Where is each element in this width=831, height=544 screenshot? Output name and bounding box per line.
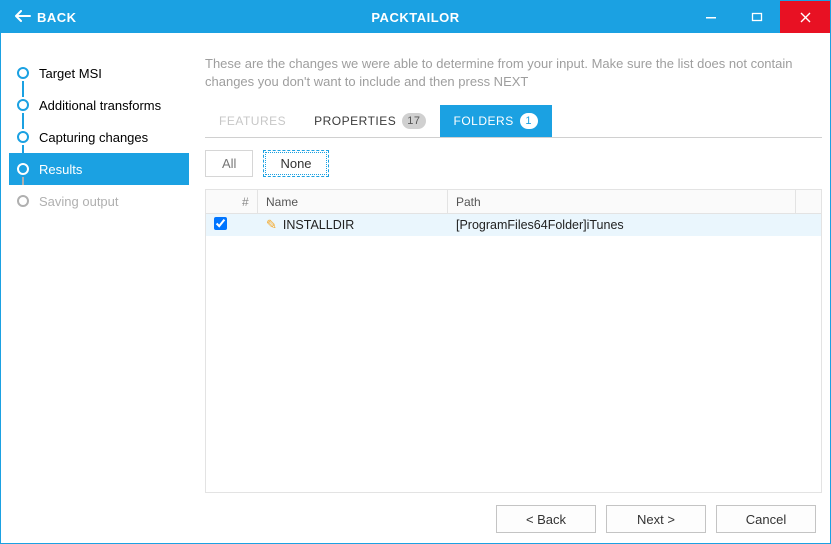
tab-label: FOLDERS bbox=[454, 114, 514, 128]
step-circle-icon bbox=[17, 131, 29, 143]
back-button[interactable]: BACK bbox=[1, 1, 91, 33]
table-header: # Name Path bbox=[206, 190, 821, 214]
maximize-button[interactable] bbox=[734, 1, 780, 33]
window-controls bbox=[688, 1, 830, 33]
step-capturing-changes[interactable]: Capturing changes bbox=[9, 121, 189, 153]
step-label: Capturing changes bbox=[39, 130, 148, 145]
table-row[interactable]: ✎ INSTALLDIR [ProgramFiles64Folder]iTune… bbox=[206, 214, 821, 236]
tab-features: FEATURES bbox=[205, 105, 300, 137]
cancel-wizard-button[interactable]: Cancel bbox=[716, 505, 816, 533]
titlebar: BACK PACKTAILOR bbox=[1, 1, 830, 33]
row-checkbox[interactable] bbox=[214, 217, 227, 230]
step-label: Additional transforms bbox=[39, 98, 161, 113]
pencil-icon: ✎ bbox=[266, 217, 277, 233]
step-label: Saving output bbox=[39, 194, 119, 209]
row-name-cell: ✎ INSTALLDIR bbox=[258, 214, 448, 236]
step-circle-icon bbox=[17, 163, 29, 175]
col-number: # bbox=[234, 190, 258, 213]
tab-folders[interactable]: FOLDERS 1 bbox=[440, 105, 552, 137]
arrow-left-icon bbox=[15, 10, 31, 25]
intro-text: These are the changes we were able to de… bbox=[205, 55, 822, 91]
step-additional-transforms[interactable]: Additional transforms bbox=[9, 89, 189, 121]
step-label: Target MSI bbox=[39, 66, 102, 81]
step-target-msi[interactable]: Target MSI bbox=[9, 57, 189, 89]
col-path[interactable]: Path bbox=[448, 190, 795, 213]
tab-badge: 1 bbox=[520, 113, 538, 129]
row-number bbox=[234, 214, 258, 236]
col-end bbox=[795, 190, 821, 213]
main-panel: These are the changes we were able to de… bbox=[189, 41, 822, 493]
tab-label: PROPERTIES bbox=[314, 114, 396, 128]
minimize-button[interactable] bbox=[688, 1, 734, 33]
tab-badge: 17 bbox=[402, 113, 425, 129]
filter-none-button[interactable]: None bbox=[263, 150, 328, 177]
folders-table: # Name Path ✎ INSTALLDIR bbox=[205, 189, 822, 493]
row-name: INSTALLDIR bbox=[283, 218, 354, 232]
step-results[interactable]: Results bbox=[9, 153, 189, 185]
tab-label: FEATURES bbox=[219, 114, 286, 128]
step-label: Results bbox=[39, 162, 82, 177]
row-checkbox-cell bbox=[206, 217, 234, 233]
tab-properties[interactable]: PROPERTIES 17 bbox=[300, 105, 439, 137]
row-path: [ProgramFiles64Folder]iTunes bbox=[448, 214, 795, 236]
wizard-footer: < Back Next > Cancel bbox=[9, 493, 822, 535]
step-circle-icon bbox=[17, 67, 29, 79]
col-name[interactable]: Name bbox=[258, 190, 448, 213]
back-label: BACK bbox=[37, 10, 77, 25]
tabs: FEATURES PROPERTIES 17 FOLDERS 1 bbox=[205, 105, 822, 138]
app-title: PACKTAILOR bbox=[371, 10, 459, 25]
filter-all-button[interactable]: All bbox=[205, 150, 253, 177]
close-button[interactable] bbox=[780, 1, 830, 33]
step-saving-output: Saving output bbox=[9, 185, 189, 217]
step-circle-icon bbox=[17, 99, 29, 111]
next-wizard-button[interactable]: Next > bbox=[606, 505, 706, 533]
filter-buttons: All None bbox=[205, 138, 822, 189]
back-wizard-button[interactable]: < Back bbox=[496, 505, 596, 533]
step-circle-icon bbox=[17, 195, 29, 207]
wizard-sidebar: Target MSI Additional transforms Capturi… bbox=[9, 41, 189, 493]
